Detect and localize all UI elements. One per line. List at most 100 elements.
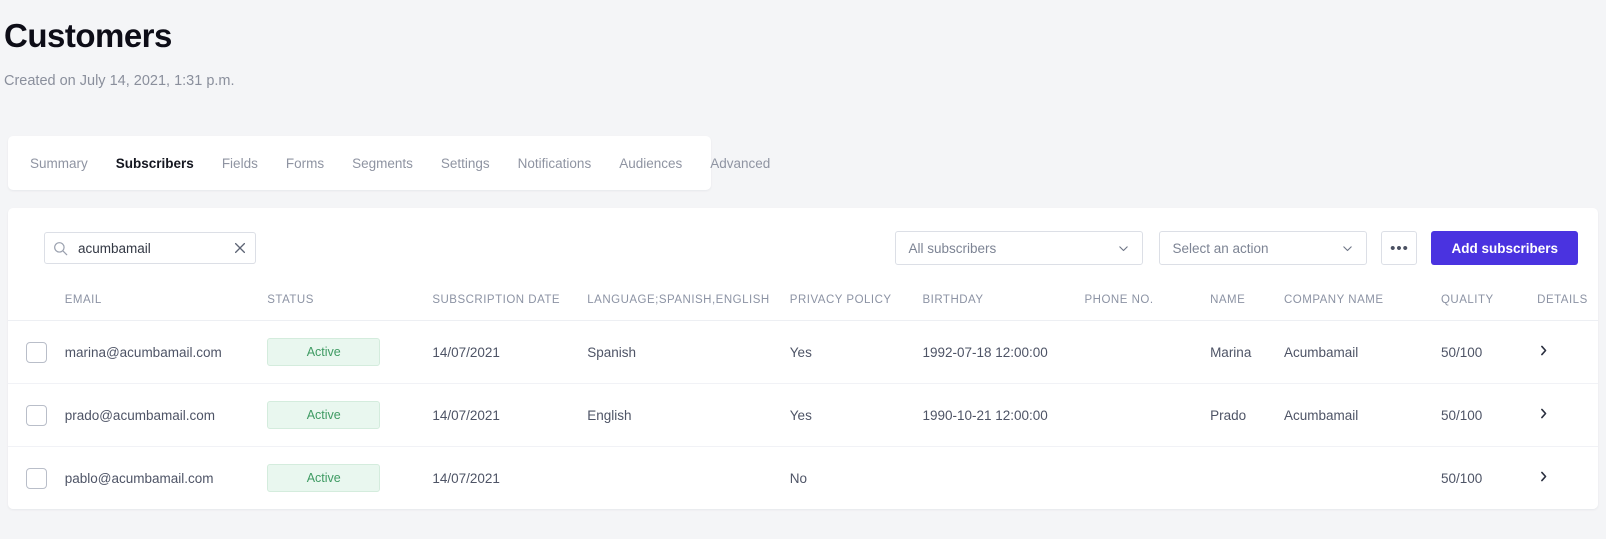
cell-subscription-date: 14/07/2021	[432, 470, 500, 486]
subscribers-panel: All subscribers Select an action •••	[8, 208, 1598, 509]
cell-phone	[1084, 447, 1210, 510]
column-header-phone: PHONE NO.	[1084, 288, 1211, 321]
chevron-down-icon	[1117, 242, 1130, 255]
tab-settings[interactable]: Settings	[441, 156, 490, 171]
tab-label: Advanced	[710, 155, 771, 171]
cell-quality: 50/100	[1440, 470, 1483, 486]
tab-audiences[interactable]: Audiences	[619, 156, 682, 171]
cell-birthday: 1990-10-21 12:00:00	[922, 383, 1085, 447]
tab-label: Settings	[440, 155, 490, 171]
cell-quality: 50/100	[1440, 383, 1538, 447]
column-header-email: EMAIL	[64, 288, 268, 321]
row-select-cell	[8, 447, 65, 510]
chevron-down-icon	[1341, 242, 1354, 255]
row-checkbox[interactable]	[26, 404, 47, 426]
column-header-language: LANGUAGE;SPANISH,ENGLISH	[587, 288, 790, 321]
table-header-row: EMAIL STATUS SUBSCRIPTION DATE LANGUAGE;…	[8, 288, 1598, 321]
column-header-details: DETAILS	[1537, 288, 1598, 321]
cell-quality: 50/100	[1440, 320, 1538, 384]
cell-language	[587, 447, 790, 510]
cell-name: Marina	[1210, 320, 1284, 384]
cell-company-name: Acumbamail	[1283, 320, 1441, 384]
cell-email: prado@acumbamail.com	[64, 383, 268, 447]
tab-summary[interactable]: Summary	[30, 156, 88, 171]
toolbar-actions: All subscribers Select an action ••• Add…	[895, 231, 1578, 265]
cell-subscription-date: 14/07/2021	[432, 320, 588, 384]
chevron-right-icon[interactable]	[1537, 407, 1550, 420]
subscribers-filter-label: All subscribers	[908, 240, 997, 256]
tab-label: Summary	[30, 155, 88, 171]
tab-label: Subscribers	[115, 155, 194, 171]
column-header-quality: QUALITY	[1440, 288, 1538, 321]
cell-phone	[1084, 383, 1211, 447]
search-icon	[53, 241, 68, 256]
status-badge: Active	[267, 464, 381, 492]
table-body: marina@acumbamail.com Active 14/07/2021 Spa…	[8, 320, 1598, 510]
table-header: EMAIL STATUS SUBSCRIPTION DATE LANGUAGE;…	[8, 288, 1598, 321]
select-all-header	[8, 288, 65, 321]
chevron-right-icon[interactable]	[1537, 470, 1550, 483]
cell-name	[1210, 447, 1284, 510]
tab-notifications[interactable]: Notifications	[518, 156, 592, 171]
row-select-cell	[8, 383, 65, 447]
tab-forms[interactable]: Forms	[286, 156, 324, 171]
cell-birthday	[922, 447, 1084, 510]
cell-language: Spanish	[587, 320, 790, 384]
cell-privacy-policy: No	[789, 470, 808, 486]
cell-email: marina@acumbamail.com	[64, 320, 268, 384]
search-input[interactable]	[76, 239, 227, 257]
tab-fields[interactable]: Fields	[222, 156, 258, 171]
cell-birthday: 1992-07-18 12:00:00	[922, 320, 1085, 384]
cell-status: Active	[267, 320, 433, 384]
subscribers-filter-select[interactable]: All subscribers	[895, 231, 1144, 265]
subscribers-table: EMAIL STATUS SUBSCRIPTION DATE LANGUAGE;…	[8, 288, 1598, 509]
column-header-company-name: COMPANY NAME	[1283, 288, 1441, 321]
tab-advanced[interactable]: Advanced	[710, 156, 770, 171]
cell-subscription-date: 14/07/2021	[432, 383, 588, 447]
column-header-birthday: BIRTHDAY	[922, 288, 1085, 321]
close-icon[interactable]	[227, 241, 247, 255]
status-badge: Active	[267, 401, 381, 429]
cell-details	[1537, 320, 1598, 384]
cell-language: English	[587, 383, 790, 447]
row-checkbox[interactable]	[26, 467, 47, 489]
column-header-privacy-policy: PRIVACY POLICY	[789, 288, 923, 321]
tab-label: Audiences	[619, 155, 683, 171]
page-created-date: Created on July 14, 2021, 1:31 p.m.	[4, 73, 235, 89]
cell-details	[1537, 383, 1598, 447]
tab-segments[interactable]: Segments	[352, 156, 413, 171]
tab-label: Notifications	[517, 155, 592, 171]
action-select[interactable]: Select an action	[1159, 231, 1368, 265]
page-header: Customers Created on July 14, 2021, 1:31…	[0, 0, 1606, 90]
cell-phone	[1084, 320, 1211, 384]
ellipsis-icon: •••	[1390, 239, 1409, 257]
column-header-subscription-date: SUBSCRIPTION DATE	[432, 288, 588, 321]
row-checkbox[interactable]	[26, 341, 47, 363]
table-row[interactable]: prado@acumbamail.com Active 14/07/2021 Engl…	[8, 383, 1598, 447]
table-row[interactable]: pablo@acumbamail.com Active 14/07/2021 No 50…	[8, 447, 1598, 510]
cell-company-name	[1284, 447, 1441, 510]
cell-status: Active	[267, 383, 433, 447]
subscribers-toolbar: All subscribers Select an action •••	[8, 208, 1598, 288]
table-row[interactable]: marina@acumbamail.com Active 14/07/2021 Spa…	[8, 320, 1598, 384]
cell-privacy-policy: Yes	[789, 320, 923, 384]
page-title: Customers	[4, 17, 172, 54]
add-subscribers-button[interactable]: Add subscribers	[1431, 231, 1578, 265]
cell-company-name: Acumbamail	[1283, 383, 1441, 447]
action-select-label: Select an action	[1172, 240, 1269, 256]
chevron-right-icon[interactable]	[1537, 344, 1550, 357]
column-header-name: NAME	[1210, 288, 1284, 321]
cell-status: Active	[267, 447, 432, 510]
more-options-button[interactable]: •••	[1381, 231, 1418, 265]
tab-label: Forms	[285, 155, 325, 171]
tab-bar: Summary Subscribers Fields Forms Segments Set…	[8, 136, 770, 190]
tab-label: Fields	[221, 155, 258, 171]
cell-email: pablo@acumbamail.com	[64, 470, 214, 486]
cell-details	[1537, 447, 1598, 510]
cell-name: Prado	[1210, 383, 1284, 447]
tab-label: Segments	[352, 155, 413, 171]
search-box[interactable]	[44, 232, 256, 264]
status-badge: Active	[267, 338, 381, 366]
row-select-cell	[8, 320, 65, 384]
tab-subscribers[interactable]: Subscribers	[116, 156, 194, 171]
